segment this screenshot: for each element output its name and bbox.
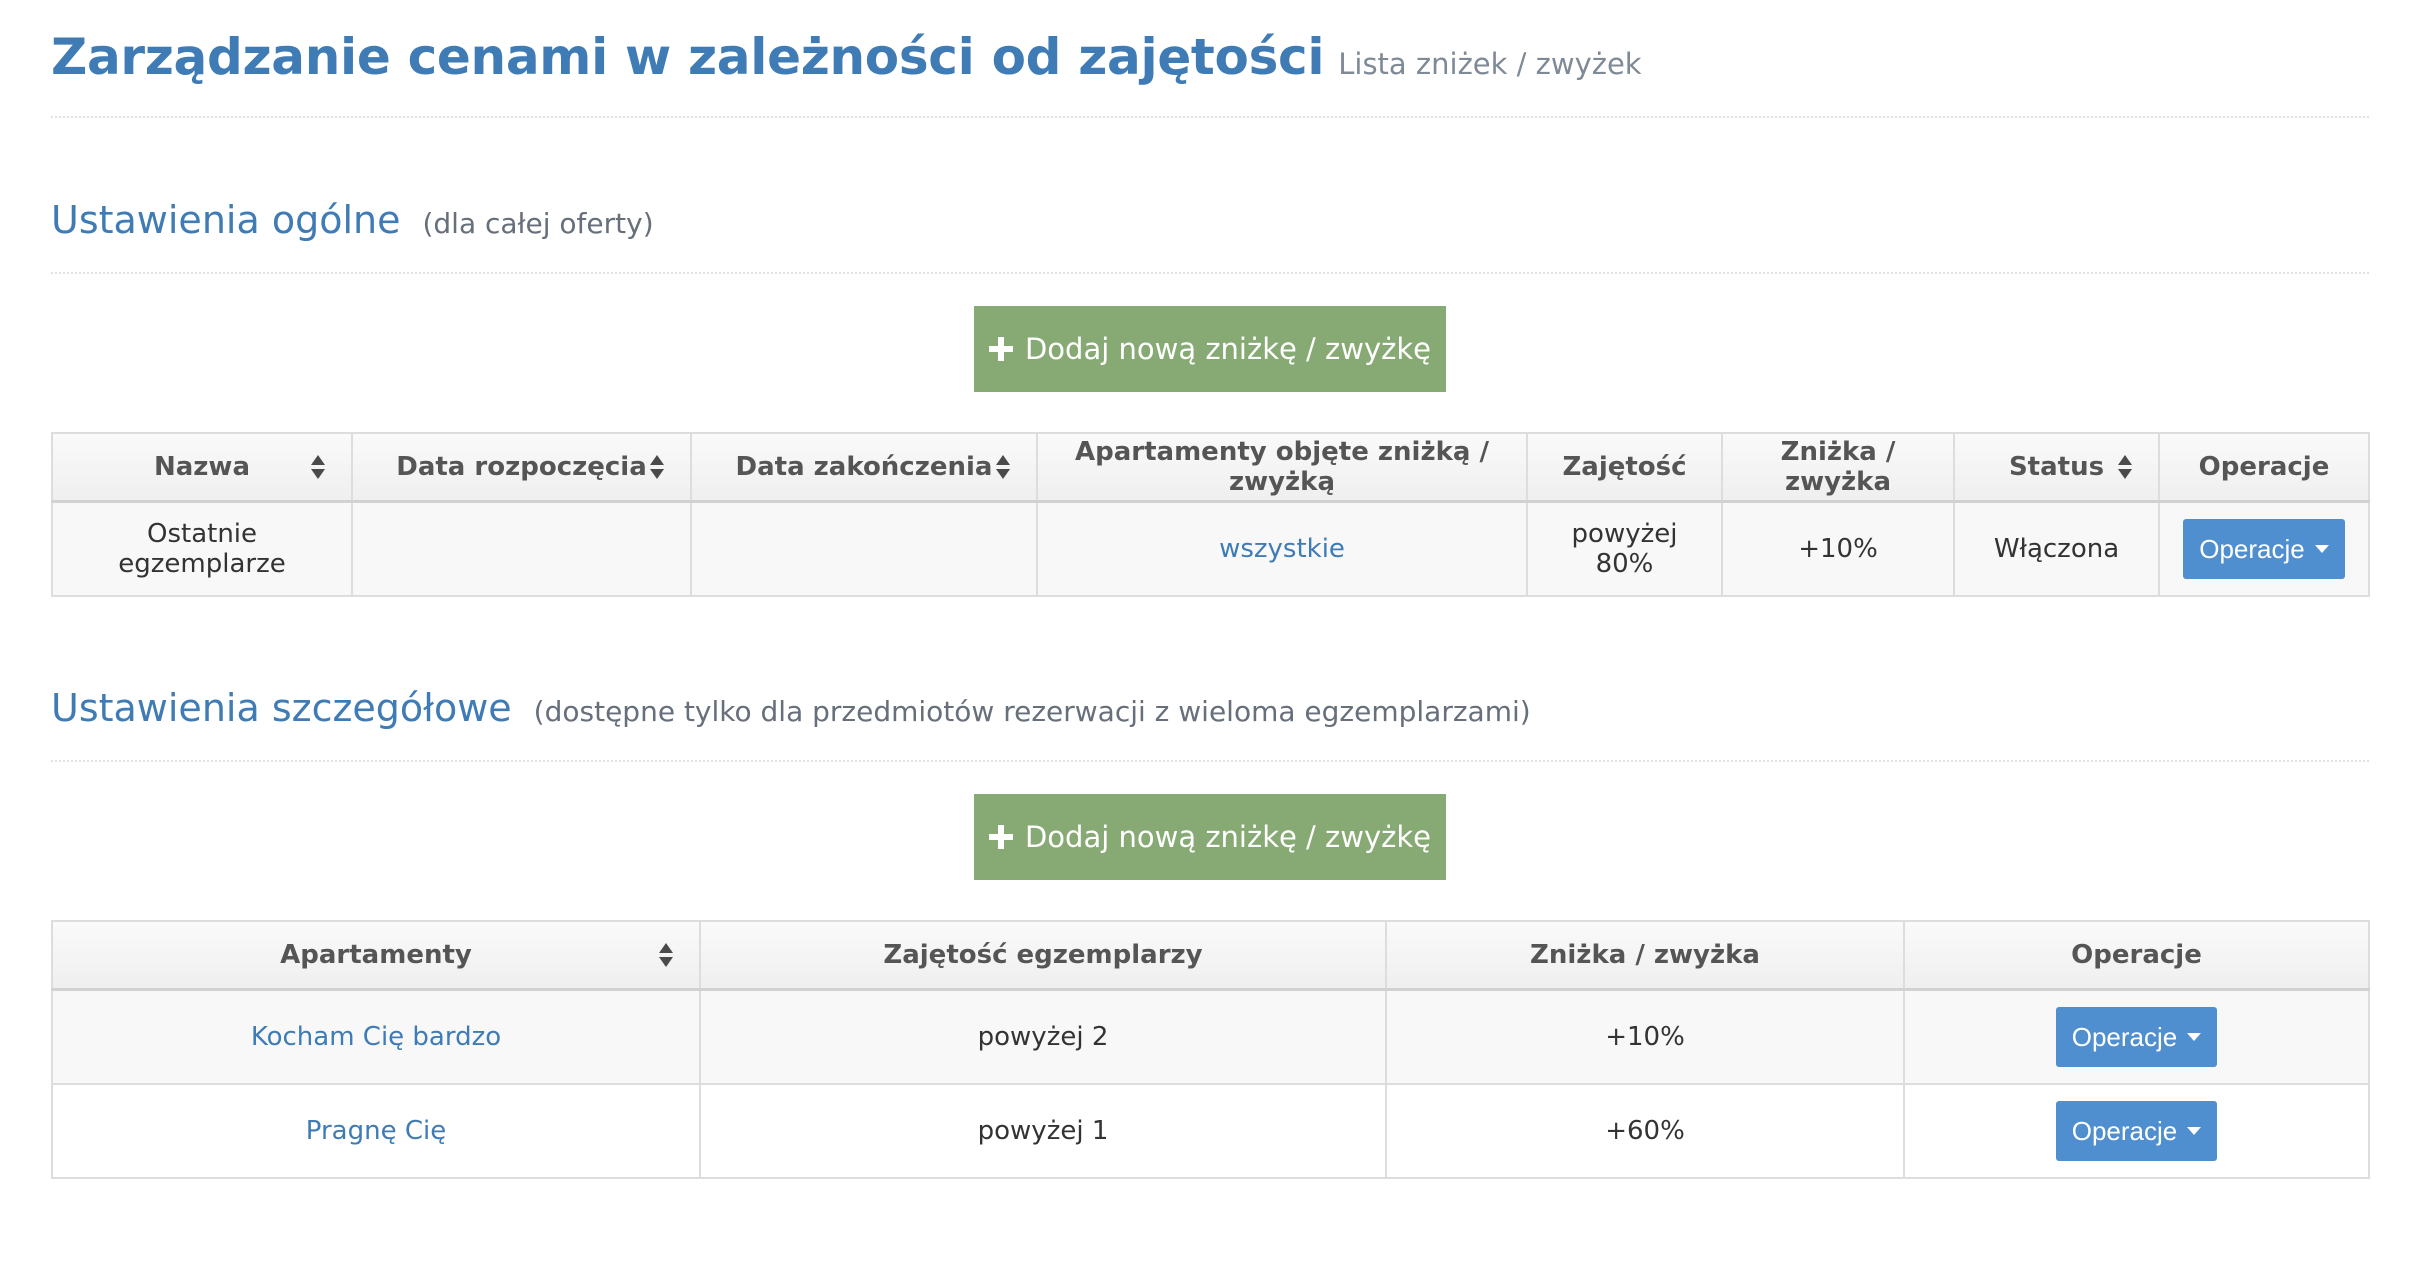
page-header: Zarządzanie cenami w zależności od zajęt… — [51, 0, 2369, 118]
cell-change: +10% — [1721, 500, 1955, 597]
table-row: Kocham Cię bardzo powyżej 2 +10% Operacj… — [51, 988, 2370, 1085]
cell-apartment: Kocham Cię bardzo — [51, 988, 701, 1085]
column-header-apartments: Apartamenty objęte zniżką / zwyżką — [1036, 432, 1528, 503]
cell-occupancy: powyżej 80% — [1526, 500, 1723, 597]
sort-icon — [650, 455, 664, 479]
column-header-name[interactable]: Nazwa — [51, 432, 353, 503]
sort-icon — [996, 455, 1010, 479]
column-header-status[interactable]: Status — [1953, 432, 2160, 503]
status-badge: Włączona — [1953, 500, 2160, 597]
column-header-change: Zniżka / zwyżka — [1385, 920, 1905, 991]
cell-occupancy: powyżej 2 — [699, 988, 1387, 1085]
caret-down-icon — [2187, 1127, 2202, 1135]
operations-label: Operacje — [2071, 1021, 2178, 1052]
detailed-section-header: Ustawienia szczegółowe (dostępne tylko d… — [51, 686, 2369, 762]
operations-dropdown-button[interactable]: Operacje — [2183, 519, 2345, 579]
operations-label: Operacje — [2071, 1115, 2178, 1146]
sort-icon — [659, 943, 673, 967]
cell-operations: Operacje — [1903, 1083, 2370, 1179]
cell-operations: Operacje — [1903, 988, 2370, 1085]
cell-name: Ostatnie egzemplarze — [51, 500, 353, 597]
caret-down-icon — [2187, 1033, 2202, 1041]
apartment-link[interactable]: Pragnę Cię — [306, 1116, 446, 1146]
column-header-operations: Operacje — [1903, 920, 2370, 991]
general-header-row: Nazwa Data rozpoczęcia Data zakończenia … — [51, 432, 2370, 503]
table-row: Pragnę Cię powyżej 1 +60% Operacje — [51, 1083, 2370, 1179]
operations-dropdown-button[interactable]: Operacje — [2055, 1101, 2218, 1161]
operations-label: Operacje — [2199, 533, 2305, 564]
column-header-operations: Operacje — [2158, 432, 2370, 503]
caret-down-icon — [2314, 545, 2329, 553]
operations-dropdown-button[interactable]: Operacje — [2055, 1007, 2218, 1067]
cell-operations: Operacje — [2158, 500, 2370, 597]
cell-end-date — [690, 500, 1038, 597]
plus-icon — [988, 825, 1013, 849]
column-header-end-date[interactable]: Data zakończenia — [690, 432, 1038, 503]
detailed-add-discount-button[interactable]: Dodaj nową zniżkę / zwyżkę — [974, 794, 1446, 880]
sort-icon — [311, 455, 325, 479]
apartment-link[interactable]: Kocham Cię bardzo — [251, 1022, 501, 1052]
general-add-discount-button[interactable]: Dodaj nową zniżkę / zwyżkę — [974, 306, 1446, 392]
general-section-header: Ustawienia ogólne (dla całej oferty) — [51, 198, 2369, 274]
page-title: Zarządzanie cenami w zależności od zajęt… — [51, 28, 1325, 86]
column-header-unit-occupancy: Zajętość egzemplarzy — [699, 920, 1387, 991]
general-section-title: Ustawienia ogólne — [51, 198, 401, 242]
cell-apartments: wszystkie — [1036, 500, 1528, 597]
cell-start-date — [351, 500, 692, 597]
apartments-link[interactable]: wszystkie — [1219, 534, 1345, 564]
column-header-start-date[interactable]: Data rozpoczęcia — [351, 432, 692, 503]
detailed-add-wrap: Dodaj nową zniżkę / zwyżkę — [51, 794, 2369, 880]
general-section-note: (dla całej oferty) — [422, 207, 654, 240]
cell-change: +10% — [1385, 988, 1905, 1085]
sort-icon — [2118, 455, 2132, 479]
detailed-section-note: (dostępne tylko dla przedmiotów rezerwac… — [533, 695, 1531, 728]
column-header-change: Zniżka / zwyżka — [1721, 432, 1955, 503]
page: Zarządzanie cenami w zależności od zajęt… — [0, 0, 2420, 1179]
cell-apartment: Pragnę Cię — [51, 1083, 701, 1179]
general-add-wrap: Dodaj nową zniżkę / zwyżkę — [51, 306, 2369, 392]
detailed-section-title: Ustawienia szczegółowe — [51, 686, 512, 730]
column-header-occupancy: Zajętość — [1526, 432, 1723, 503]
general-table: Nazwa Data rozpoczęcia Data zakończenia … — [51, 432, 2370, 597]
detailed-add-label: Dodaj nową zniżkę / zwyżkę — [1024, 820, 1432, 854]
table-row: Ostatnie egzemplarze wszystkie powyżej 8… — [51, 500, 2370, 597]
detailed-table: Apartamenty Zajętość egzemplarzy Zniżka … — [51, 920, 2370, 1179]
detailed-header-row: Apartamenty Zajętość egzemplarzy Zniżka … — [51, 920, 2370, 991]
cell-occupancy: powyżej 1 — [699, 1083, 1387, 1179]
page-subtitle: Lista zniżek / zwyżek — [1338, 47, 1642, 81]
general-add-label: Dodaj nową zniżkę / zwyżkę — [1024, 332, 1432, 366]
plus-icon — [988, 337, 1013, 361]
column-header-apartment[interactable]: Apartamenty — [51, 920, 701, 991]
cell-change: +60% — [1385, 1083, 1905, 1179]
